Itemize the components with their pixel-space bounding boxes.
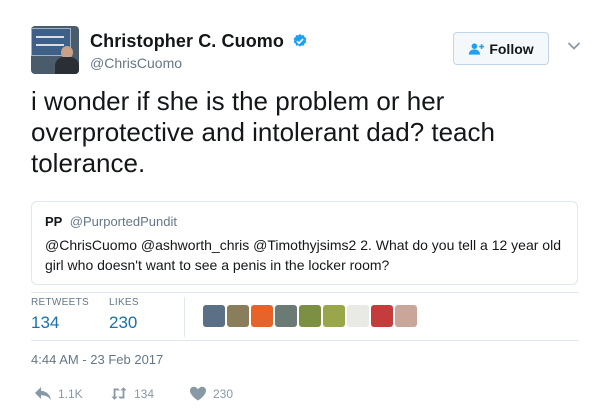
- quoted-tweet[interactable]: PP @PurportedPundit @ChrisCuomo @ashwort…: [31, 201, 578, 285]
- stats-bottom-divider: [31, 340, 578, 341]
- liker-7-avatar[interactable]: [347, 305, 369, 327]
- liker-1-avatar[interactable]: [203, 305, 225, 327]
- tweet-text: i wonder if she is the problem or her ov…: [31, 86, 495, 178]
- retweets-stat[interactable]: RETWEETS 134: [31, 297, 89, 333]
- liker-2-avatar[interactable]: [227, 305, 249, 327]
- likes-label: LIKES: [109, 297, 139, 308]
- likes-value: 230: [109, 313, 138, 332]
- retweet-icon: [111, 387, 127, 400]
- quoted-tweet-text: @ChrisCuomo @ashworth_chris @Timothyjsim…: [45, 237, 561, 273]
- tweet-header: Christopher C. Cuomo @ChrisCuomo Follow: [31, 26, 581, 76]
- retweet-count: 134: [134, 386, 155, 401]
- liker-3-avatar[interactable]: [251, 305, 273, 327]
- quoted-author-name: PP: [45, 214, 63, 229]
- add-user-icon: [469, 42, 485, 55]
- chevron-down-icon[interactable]: [567, 41, 581, 51]
- author-display-name[interactable]: Christopher C. Cuomo: [90, 31, 284, 51]
- stats-top-divider: [31, 292, 578, 293]
- follow-button[interactable]: Follow: [453, 32, 549, 65]
- liker-4-avatar[interactable]: [275, 305, 297, 327]
- like-button[interactable]: 230: [189, 386, 233, 401]
- liker-avatars: [203, 305, 417, 327]
- author-avatar[interactable]: [31, 26, 79, 74]
- author-handle[interactable]: @ChrisCuomo: [90, 55, 308, 71]
- liker-8-avatar[interactable]: [371, 305, 393, 327]
- likes-stat[interactable]: LIKES 230: [109, 297, 139, 333]
- follow-button-label: Follow: [489, 40, 534, 57]
- tweet-timestamp[interactable]: 4:44 AM - 23 Feb 2017: [31, 352, 163, 367]
- author-info: Christopher C. Cuomo @ChrisCuomo: [90, 31, 308, 71]
- liker-5-avatar[interactable]: [299, 305, 321, 327]
- reply-icon: [35, 387, 51, 400]
- retweets-value: 134: [31, 313, 60, 332]
- verified-badge-icon: [294, 34, 307, 47]
- quoted-author-handle: @PurportedPundit: [69, 214, 177, 229]
- retweet-button[interactable]: 134: [110, 386, 154, 401]
- heart-icon: [190, 386, 206, 401]
- liker-6-avatar[interactable]: [323, 305, 345, 327]
- like-count: 230: [213, 386, 234, 401]
- liker-9-avatar[interactable]: [395, 305, 417, 327]
- reply-count: 1.1K: [58, 386, 83, 401]
- reply-button[interactable]: 1.1K: [34, 386, 83, 401]
- retweets-label: RETWEETS: [31, 297, 89, 308]
- stats-divider: [184, 297, 185, 337]
